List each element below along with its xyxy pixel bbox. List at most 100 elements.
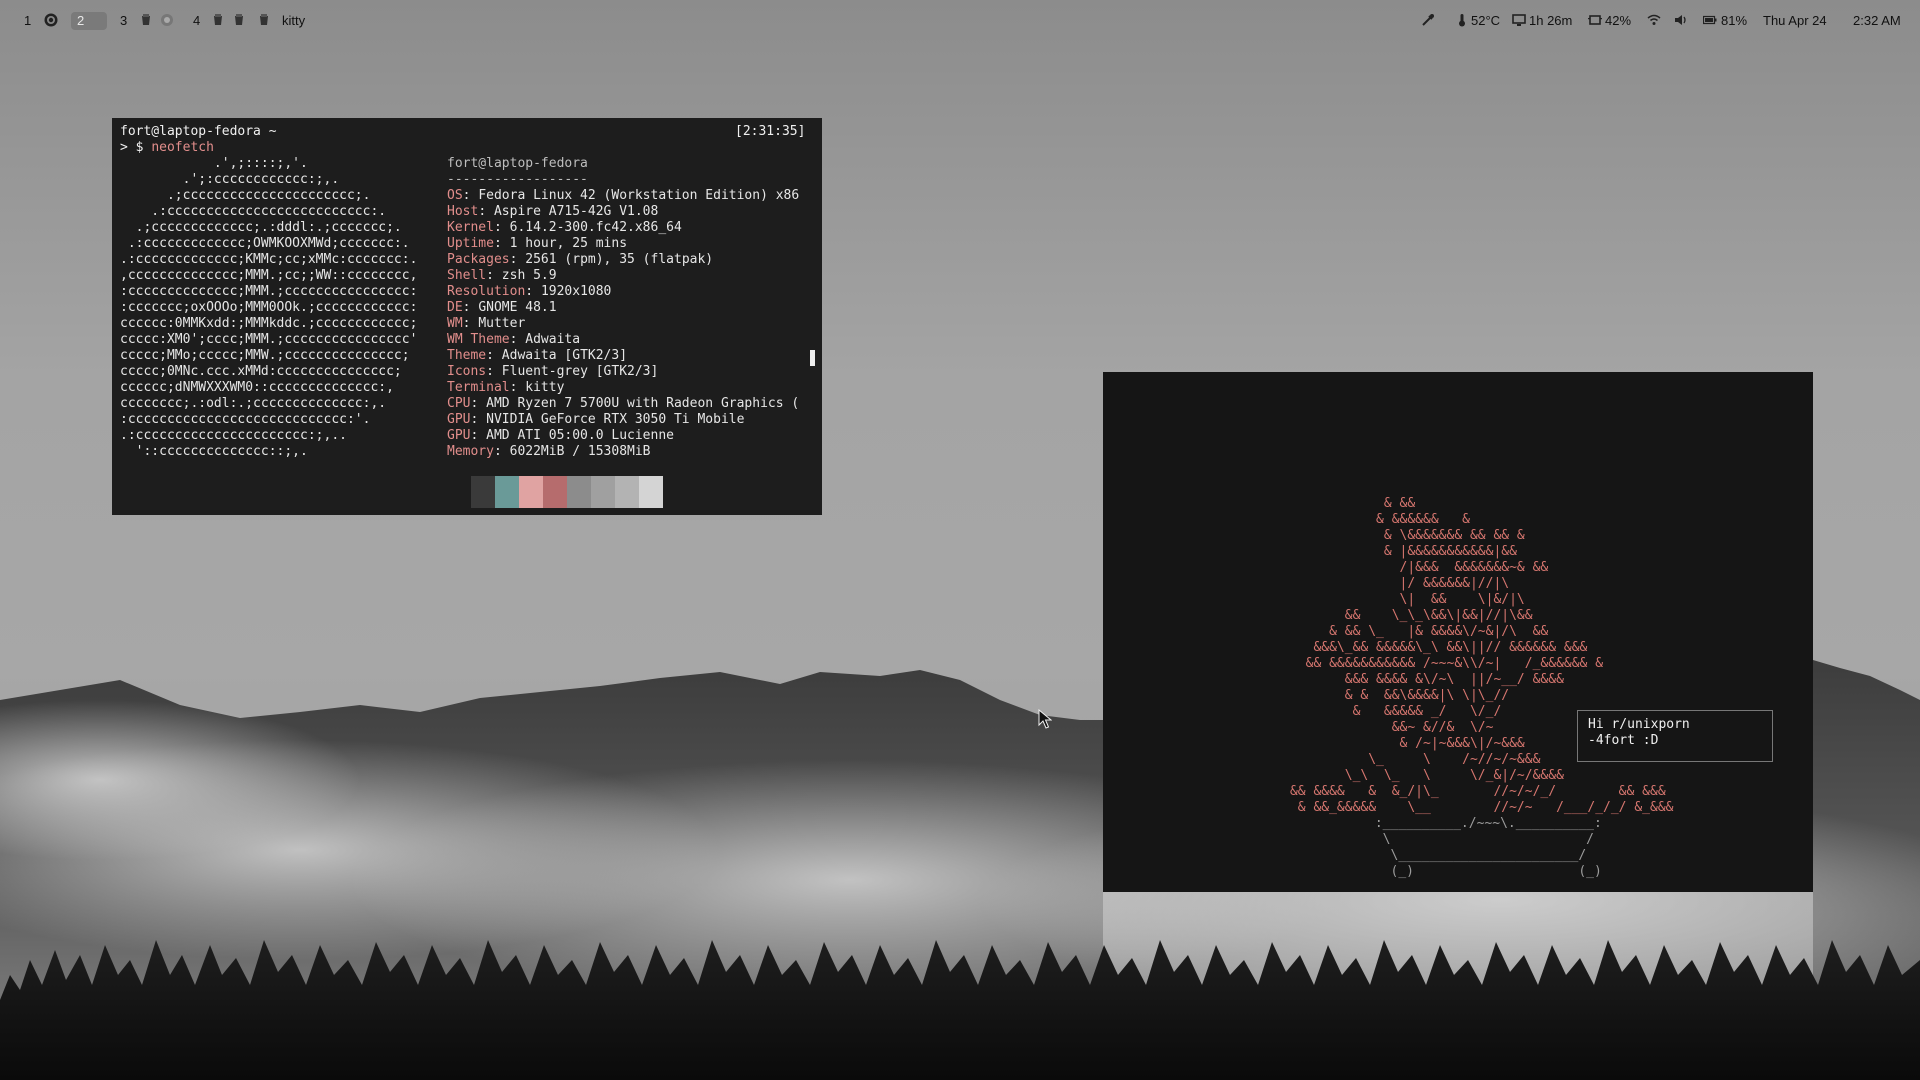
logo-line: .:ccccccccccccc;OWMKOOXMWd;ccccccc:.: [120, 236, 410, 251]
pot-line: \_______________________/: [1187, 848, 1587, 863]
app-icon[interactable]: [139, 13, 153, 27]
bonsai-line: &&~ &//& \/~: [1243, 720, 1494, 735]
info-separator: :: [509, 332, 526, 347]
mouse-pointer-icon: [1038, 709, 1052, 729]
info-row: CPU: AMD Ryzen 7 5700U with Radeon Graph…: [447, 396, 799, 412]
app-icon[interactable]: [211, 13, 225, 27]
info-key: WM Theme: [447, 332, 510, 347]
gnome-icon[interactable]: [44, 13, 58, 27]
message-line: -4fort :D: [1588, 733, 1659, 748]
info-separator: :: [509, 380, 526, 395]
info-value: 6.14.2-300.fc42.x86_64: [509, 220, 682, 235]
thermometer-icon: [1455, 13, 1469, 27]
pot-line: \ /: [1187, 832, 1594, 847]
info-row: Memory: 6022MiB / 15308MiB: [447, 444, 651, 460]
wifi-icon[interactable]: [1647, 13, 1661, 27]
info-value: AMD Ryzen 7 5700U with Radeon Graphics (: [486, 396, 800, 411]
cpu-icon: [1588, 13, 1602, 27]
battery-text: 81%: [1721, 13, 1748, 28]
info-row: Theme: Adwaita [GTK2/3]: [447, 348, 627, 364]
command-line: > $ neofetch: [120, 140, 214, 156]
info-key: OS: [447, 188, 463, 203]
logo-line: cccccc:0MMKxdd:;MMMkddc.;cccccccccccc;: [120, 316, 418, 331]
info-key: WM: [447, 316, 463, 331]
bonsai-line: & & &&\&&&&|\ \|\_//: [1243, 688, 1510, 703]
uptime-text: 1h 26m: [1529, 13, 1573, 28]
info-key: Icons: [447, 364, 487, 379]
info-row: DE: GNOME 48.1: [447, 300, 557, 316]
clock-text[interactable]: 2:32 AM: [1853, 12, 1901, 30]
info-key: Packages: [447, 252, 510, 267]
info-separator: :: [486, 268, 502, 283]
logo-line: '::cccccccccccccc::;,.: [120, 444, 308, 459]
palette-swatch: [543, 476, 567, 508]
volume-icon[interactable]: [1674, 13, 1688, 27]
workspace-1[interactable]: 1: [24, 12, 31, 30]
info-key: Kernel: [447, 220, 494, 235]
info-key: Resolution: [447, 284, 526, 299]
info-row: Uptime: 1 hour, 25 mins: [447, 236, 627, 252]
info-value: Aspire A715-42G V1.08: [493, 204, 659, 219]
info-separator: :: [493, 236, 510, 251]
logo-line: ccccc:XM0';cccc;MMM.;cccccccccccccccc': [120, 332, 418, 347]
focused-app-title: kitty: [282, 13, 306, 28]
info-key: Uptime: [447, 236, 494, 251]
app-icon[interactable]: [257, 13, 271, 27]
monitor-icon: [1512, 13, 1526, 27]
logo-line: .:ccccccccccccc;KMMc;cc;xMMc:ccccccc:.: [120, 252, 418, 267]
info-value: Fedora Linux 42 (Workstation Edition) x8…: [478, 188, 800, 203]
info-separator: :: [478, 204, 494, 219]
bonsai-line: |/ &&&&&&|//|\: [1243, 576, 1510, 591]
logo-line: .',;::::;,'.: [120, 156, 308, 171]
info-header: fort@laptop-fedora: [447, 156, 588, 171]
temperature-text: 52°C: [1471, 13, 1501, 28]
info-value: zsh 5.9: [501, 268, 557, 283]
terminal-window-neofetch[interactable]: fort@laptop-fedora ~ [2:31:35] > $ neofe…: [112, 118, 822, 515]
prompt-timestamp: [2:31:35]: [735, 124, 806, 139]
info-value: Fluent-grey [GTK2/3]: [501, 364, 659, 379]
info-value: Adwaita: [525, 332, 581, 347]
logo-line: cccccccc;.:odl:.;cccccccccccccc:,.: [120, 396, 387, 411]
info-key: GPU: [447, 428, 471, 443]
info-row: GPU: NVIDIA GeForce RTX 3050 Ti Mobile: [447, 412, 744, 428]
text-cursor: [810, 350, 815, 366]
info-key: GPU: [447, 412, 471, 427]
bonsai-line: & &&_&&&&& \__ //~/~ /___/_/_/ &_&&&: [1243, 800, 1674, 815]
battery-icon[interactable]: [1702, 13, 1717, 27]
command-text: neofetch: [151, 140, 214, 155]
info-row: GPU: AMD ATI 05:00.0 Lucienne: [447, 428, 674, 444]
info-value: 1920x1080: [540, 284, 612, 299]
workspace-4[interactable]: 4: [193, 12, 200, 30]
bonsai-line: & && \_ |& &&&&\/~&|/\ &&: [1243, 624, 1549, 639]
info-key: DE: [447, 300, 463, 315]
app-icon[interactable]: [160, 13, 174, 27]
bonsai-line: & /~|~&&&\|/~&&&: [1243, 736, 1525, 751]
bonsai-line: & &&: [1243, 496, 1416, 511]
cpu-text: 42%: [1605, 13, 1632, 28]
color-picker-icon[interactable]: [1421, 13, 1435, 27]
palette-swatch: [495, 476, 519, 508]
app-icon[interactable]: [232, 13, 246, 27]
info-key: Shell: [447, 268, 487, 283]
bonsai-line: &&&\_&& &&&&&\_\ &&\||// &&&&&& &&&: [1243, 640, 1588, 655]
info-separator: :: [509, 252, 526, 267]
workspace-3[interactable]: 3: [120, 12, 127, 30]
pot-line: (_) (_): [1187, 864, 1602, 879]
logo-line: ccccc;0MNc.ccc.xMMd:ccccccccccccccc;: [120, 364, 402, 379]
prompt-user-host: fort@laptop-fedora ~: [120, 124, 277, 139]
terminal-window-bonsai[interactable]: & && & &&&&&& & & \&&&&&&& && && & & |&&…: [1103, 372, 1813, 892]
palette-swatch: [471, 476, 495, 508]
info-value: Mutter: [478, 316, 526, 331]
palette-swatch: [615, 476, 639, 508]
logo-line: :cccccccccccccccccccccccccccc:'.: [120, 412, 371, 427]
info-key: Memory: [447, 444, 494, 459]
logo-line: .:cccccccccccccccccccccc:;,..: [120, 428, 347, 443]
logo-line: .;ccccccccccccc;.:dddl:.;ccccccc;.: [120, 220, 402, 235]
workspace-2[interactable]: 2: [71, 12, 107, 30]
info-value: Adwaita [GTK2/3]: [501, 348, 628, 363]
info-row: Kernel: 6.14.2-300.fc42.x86_64: [447, 220, 682, 236]
info-separator: :: [470, 428, 487, 443]
logo-line: :cccccccccccccc;MMM.;cccccccccccccccc:: [120, 284, 418, 299]
bonsai-line: & &&&&&& &: [1243, 512, 1470, 527]
date-text[interactable]: Thu Apr 24: [1763, 12, 1827, 30]
